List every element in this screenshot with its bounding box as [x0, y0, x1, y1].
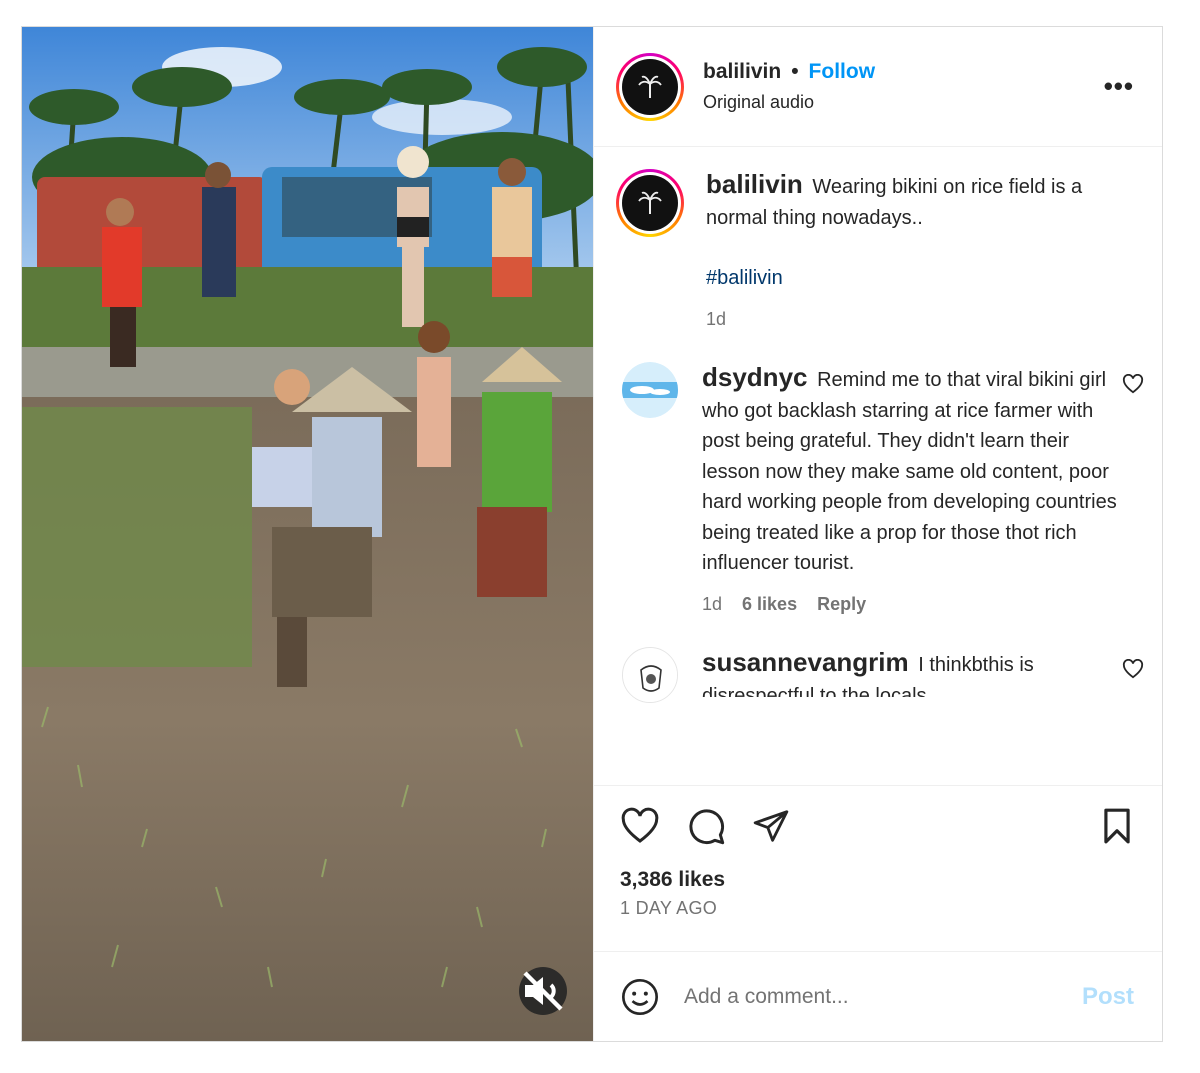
author-username[interactable]: balilivin — [703, 60, 781, 84]
palm-logo-icon — [638, 75, 662, 98]
author-avatar[interactable] — [616, 52, 684, 121]
post-date[interactable]: 1 DAY AGO — [620, 898, 1134, 919]
comment-like-button[interactable] — [1118, 647, 1144, 703]
commenter-avatar[interactable] — [622, 362, 678, 418]
smiley-icon — [622, 978, 658, 1015]
comment-like-button[interactable] — [1118, 362, 1144, 619]
heart-icon — [621, 807, 659, 843]
caption-age[interactable]: 1d — [706, 304, 726, 335]
crest-avatar-image — [623, 648, 677, 702]
action-bar: 3,386 likes 1 DAY AGO — [594, 785, 1162, 951]
share-button[interactable] — [752, 807, 790, 845]
comment-text: Remind me to that viral bikini girl who … — [702, 369, 1117, 574]
save-button[interactable] — [1100, 807, 1134, 845]
comment-age[interactable]: 1d — [702, 589, 722, 620]
mute-button[interactable] — [519, 967, 567, 1015]
comment-button[interactable] — [686, 806, 726, 846]
separator-dot: • — [791, 60, 799, 83]
follow-button[interactable]: Follow — [809, 60, 876, 84]
speaker-muted-icon — [523, 971, 563, 1011]
comment-item: susannevangrim I thinkbthis is disrespec… — [616, 647, 1144, 703]
paper-plane-icon — [753, 810, 789, 842]
comment-username[interactable]: susannevangrim — [702, 647, 909, 677]
more-options-button[interactable]: ••• — [1094, 71, 1144, 102]
comment-input[interactable] — [684, 984, 1082, 1009]
post-side-panel: balilivin • Follow Original audio ••• ba… — [593, 27, 1162, 1041]
sky-avatar-image — [622, 362, 678, 418]
caption: balilivin Wearing bikini on rice field i… — [616, 169, 1144, 334]
like-button[interactable] — [620, 807, 660, 845]
comments-list[interactable]: balilivin Wearing bikini on rice field i… — [594, 147, 1162, 785]
caption-hashtag[interactable]: #balilivin — [706, 263, 1144, 294]
instagram-post: balilivin • Follow Original audio ••• ba… — [21, 26, 1163, 1042]
heart-icon — [1122, 659, 1144, 679]
likes-count[interactable]: 3,386 likes — [620, 868, 1134, 892]
post-header: balilivin • Follow Original audio ••• — [594, 27, 1162, 147]
caption-username[interactable]: balilivin — [706, 169, 803, 199]
audio-label[interactable]: Original audio — [703, 92, 1094, 113]
comment-bubble-icon — [689, 809, 725, 845]
post-comment-button[interactable]: Post — [1082, 983, 1134, 1011]
commenter-avatar[interactable] — [622, 647, 678, 703]
comment-likes[interactable]: 6 likes — [742, 589, 797, 620]
video-frame-rice-field — [22, 27, 593, 1041]
post-video[interactable] — [22, 27, 593, 1041]
heart-icon — [1122, 374, 1144, 394]
palm-logo-icon — [638, 191, 662, 214]
emoji-button[interactable] — [620, 977, 660, 1017]
reply-button[interactable]: Reply — [817, 589, 866, 620]
comment-item: dsydnyc Remind me to that viral bikini g… — [616, 362, 1144, 619]
comment-username[interactable]: dsydnyc — [702, 362, 808, 392]
caption-avatar[interactable] — [616, 169, 684, 237]
add-comment-bar: Post — [594, 951, 1162, 1041]
bookmark-icon — [1104, 808, 1130, 844]
